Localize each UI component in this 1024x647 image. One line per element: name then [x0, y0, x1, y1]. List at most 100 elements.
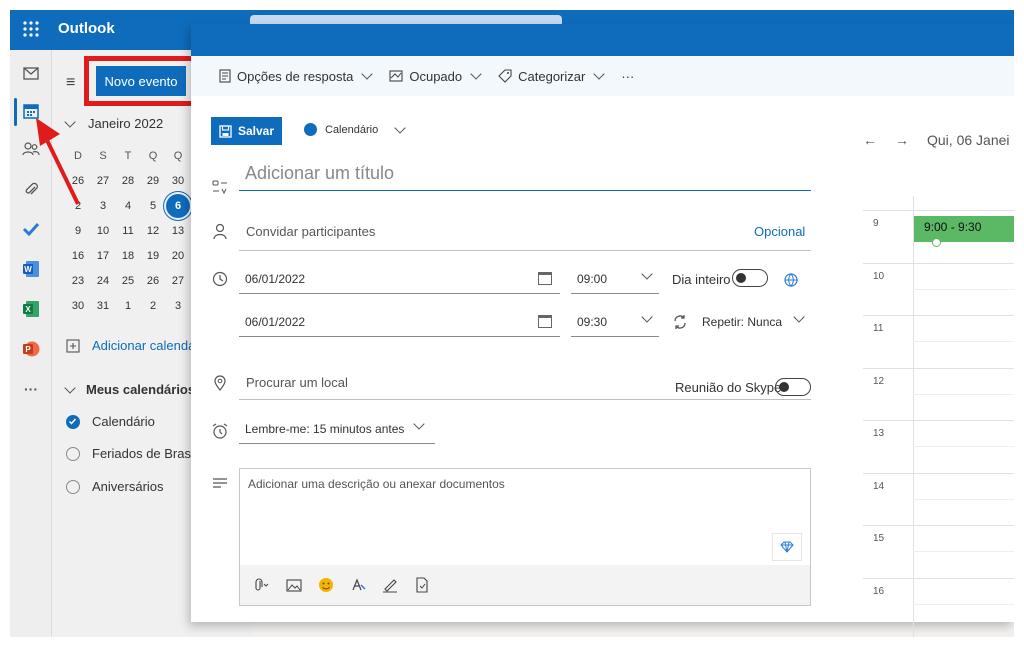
day-cell[interactable]: 31	[91, 294, 115, 318]
chevron-down-icon	[793, 311, 805, 323]
description-editor[interactable]: Adicionar uma descrição ou anexar docume…	[239, 468, 811, 606]
day-cell[interactable]: 16	[66, 244, 90, 268]
repeat-select[interactable]: Repetir: Nunca	[696, 307, 811, 337]
signature-icon[interactable]	[382, 577, 398, 593]
word-icon[interactable]: W	[18, 256, 44, 282]
add-calendar-link[interactable]: Adicionar calendá	[66, 338, 195, 353]
day-cell[interactable]: 30	[66, 294, 90, 318]
waffle-icon[interactable]	[22, 20, 40, 38]
more-icon[interactable]: ···	[18, 376, 44, 402]
day-cell[interactable]: 11	[116, 219, 140, 243]
chevron-down-icon	[641, 311, 653, 323]
day-cell[interactable]: 13	[166, 219, 190, 243]
time-zone-icon[interactable]	[783, 272, 799, 288]
day-cell[interactable]: 10	[91, 219, 115, 243]
day-cell[interactable]: 23	[66, 269, 90, 293]
half-hour-line	[913, 393, 1014, 395]
tag-icon	[498, 69, 512, 83]
document-icon[interactable]	[414, 577, 430, 593]
all-day-toggle[interactable]	[732, 269, 768, 287]
response-options-button[interactable]: Opções de resposta	[219, 68, 374, 84]
new-event-button[interactable]: Novo evento	[96, 66, 186, 96]
busy-status-button[interactable]: Ocupado	[389, 68, 482, 84]
unchecked-icon[interactable]	[66, 479, 80, 494]
hour-label: 11	[873, 323, 884, 334]
start-date-field[interactable]: 06/01/2022	[239, 264, 560, 294]
hour-line	[863, 262, 1014, 264]
svg-text:W: W	[24, 265, 32, 274]
chevron-down-icon	[641, 268, 653, 280]
calendar-picker-icon[interactable]	[538, 272, 552, 285]
hour-label: 13	[873, 428, 885, 439]
arrow-right-icon[interactable]: →	[895, 132, 909, 148]
weekday-header: T	[124, 150, 132, 162]
day-cell[interactable]: 28	[116, 169, 140, 193]
resize-handle[interactable]	[932, 238, 941, 247]
arrow-left-icon[interactable]: ←	[863, 132, 877, 148]
format-icon[interactable]	[350, 577, 366, 593]
checked-icon[interactable]	[66, 414, 80, 429]
location-input[interactable]: Procurar um local	[246, 375, 348, 390]
day-cell[interactable]: 3	[91, 194, 115, 218]
day-view-date: Qui, 06 Janei	[927, 132, 1010, 148]
day-cell[interactable]: 30	[166, 169, 190, 193]
mail-icon[interactable]	[18, 60, 44, 86]
day-cell[interactable]: 5	[141, 194, 165, 218]
day-cell[interactable]: 25	[116, 269, 140, 293]
calendar-item-calendario[interactable]: Calendário	[66, 414, 155, 429]
start-time-field[interactable]: 09:00	[571, 264, 659, 294]
powerpoint-icon[interactable]: P	[18, 336, 44, 362]
day-cell[interactable]: 4	[116, 194, 140, 218]
day-cell[interactable]: 29	[141, 169, 165, 193]
reminder-select[interactable]: Lembre-me: 15 minutos antes	[239, 414, 435, 444]
day-cell[interactable]: 19	[141, 244, 165, 268]
diamond-icon[interactable]	[772, 533, 802, 561]
day-cell[interactable]: 2	[141, 294, 165, 318]
calendar-picker-icon[interactable]	[538, 315, 552, 328]
optional-link[interactable]: Opcional	[754, 224, 805, 239]
end-date-field[interactable]: 06/01/2022	[239, 307, 560, 337]
day-cell[interactable]: 26	[141, 269, 165, 293]
image-icon[interactable]	[286, 577, 302, 593]
save-button[interactable]: Salvar	[211, 117, 282, 145]
day-cell[interactable]: 9	[66, 219, 90, 243]
day-cell[interactable]: 27	[166, 269, 190, 293]
today-cell[interactable]: 6	[166, 194, 190, 218]
invite-attendees-input[interactable]: Convidar participantes	[246, 224, 375, 239]
todo-icon[interactable]	[18, 216, 44, 242]
attach-icon[interactable]	[254, 577, 270, 593]
clock-icon	[212, 271, 228, 287]
categorize-button[interactable]: Categorizar	[498, 68, 605, 84]
title-input[interactable]	[239, 157, 811, 191]
half-hour-line	[913, 498, 1014, 500]
chevron-down-icon	[394, 121, 406, 134]
day-cell[interactable]: 20	[166, 244, 190, 268]
calendar-item-aniversarios[interactable]: Aniversários	[66, 479, 164, 494]
day-cell[interactable]: 27	[91, 169, 115, 193]
hour-label: 12	[873, 375, 885, 387]
hour-line	[863, 577, 1014, 579]
calendar-item-feriados[interactable]: Feriados de Brasil	[66, 446, 197, 461]
day-cell[interactable]: 12	[141, 219, 165, 243]
day-cell[interactable]: 24	[91, 269, 115, 293]
emoji-icon[interactable]	[318, 577, 334, 593]
chevron-down-icon	[361, 68, 374, 80]
calendar-event[interactable]: 9:00 - 9:30	[914, 216, 1014, 247]
more-options-button[interactable]: ···	[621, 69, 634, 84]
add-calendar-icon	[66, 338, 80, 353]
day-cell[interactable]: 3	[166, 294, 190, 318]
day-cell[interactable]: 1	[116, 294, 140, 318]
calendar-color-icon	[304, 123, 317, 136]
skype-meeting-toggle[interactable]	[775, 378, 811, 396]
excel-icon[interactable]: X	[18, 296, 44, 322]
my-calendars-header[interactable]: Meus calendários	[64, 381, 195, 397]
day-cell[interactable]: 17	[91, 244, 115, 268]
divider	[239, 399, 811, 400]
calendar-select[interactable]: Calendário	[304, 121, 406, 136]
save-label: Salvar	[237, 124, 275, 138]
unchecked-icon[interactable]	[66, 446, 80, 461]
end-time-field[interactable]: 09:30	[571, 307, 659, 337]
hamburger-icon[interactable]: ≡	[66, 74, 75, 92]
location-icon	[214, 375, 226, 391]
day-cell[interactable]: 18	[116, 244, 140, 268]
